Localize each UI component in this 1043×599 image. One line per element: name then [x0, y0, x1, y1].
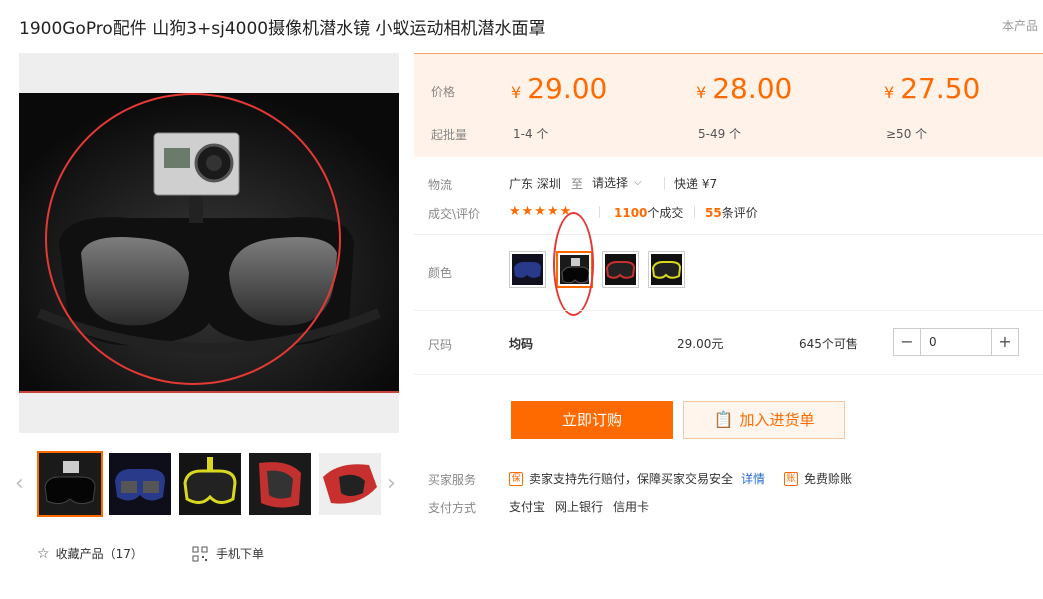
size-value: 均码 [509, 337, 534, 351]
price-panel: 价格 起批量 ¥29.00 ¥28.00 ¥27.50 1-4 个 5-49 个… [414, 53, 1043, 157]
credit-icon: 账 [784, 471, 798, 486]
service-credit[interactable]: 账 免费赊账 [784, 470, 852, 487]
annotation-circle-color [553, 212, 594, 316]
chevron-right-icon[interactable]: › [387, 471, 396, 496]
increase-button[interactable]: + [992, 329, 1018, 355]
thumbnail[interactable] [249, 453, 311, 515]
thumbnail[interactable] [109, 453, 171, 515]
shipping-fee: 快递 ¥7 [674, 177, 718, 191]
deals-count[interactable]: 1100个成交 [614, 204, 683, 221]
moq-label: 起批量 [431, 128, 468, 142]
review-count[interactable]: 55条评价 [705, 204, 758, 221]
credit-text: 免费赊账 [804, 472, 853, 486]
chevron-left-icon[interactable]: ‹ [15, 471, 24, 496]
payment-netbank: 网上银行 [555, 500, 604, 514]
size-price: 29.00元 [677, 337, 724, 351]
annotation-circle-main [45, 93, 341, 385]
size-label: 尺码 [428, 338, 453, 352]
price-tier-3: ¥27.50 [884, 72, 981, 105]
thumbnail-strip: ‹ › [15, 451, 399, 517]
product-title: 1900GoPro配件 山狗3+sj4000摄像机潜水镜 小蚁运动相机潜水面罩 [19, 19, 546, 39]
thumbnail[interactable] [37, 451, 103, 517]
qr-code-icon [192, 546, 208, 561]
price-label: 价格 [431, 85, 456, 99]
favorite-label: 收藏产品（17） [55, 547, 143, 561]
thumbnail[interactable] [319, 453, 381, 515]
decrease-button[interactable]: − [894, 329, 920, 355]
payment-alipay: 支付宝 [509, 500, 546, 514]
rating-stars: ★★★★★ [509, 204, 573, 219]
main-image-area [19, 53, 399, 433]
moq-range-3: ≥50 个 [886, 127, 928, 141]
thumbnail[interactable] [179, 453, 241, 515]
payment-label: 支付方式 [428, 501, 477, 515]
moq-range-1: 1-4 个 [513, 127, 549, 141]
origin-location: 广东 深圳 [509, 177, 561, 191]
logistics-label: 物流 [428, 178, 453, 192]
color-option[interactable] [509, 251, 546, 288]
service-label: 买家服务 [428, 473, 477, 487]
payment-credit-card: 信用卡 [613, 500, 650, 514]
color-label: 颜色 [428, 266, 453, 280]
price-value: 27.50 [900, 72, 981, 105]
price-value: 28.00 [712, 72, 793, 105]
product-notice[interactable]: 本产品 [1002, 17, 1038, 34]
mobile-order-button[interactable]: 手机下单 [192, 545, 264, 562]
service-guarantee: 保 卖家支持先行赔付，保障买家交易安全 详情 [509, 470, 765, 487]
to-text: 至 [571, 177, 584, 191]
clipboard-icon: 📋 [713, 410, 734, 429]
quantity-stepper: − 0 + [893, 328, 1019, 356]
moq-range-2: 5-49 个 [698, 127, 742, 141]
divider [414, 234, 1043, 235]
destination-select[interactable]: 请选择 ⌵ [592, 174, 642, 191]
guarantee-detail-link[interactable]: 详情 [741, 470, 765, 487]
reviews-label: 成交\评价 [428, 207, 481, 221]
divider [414, 310, 1043, 311]
buy-now-button[interactable]: 立即订购 [511, 401, 673, 439]
price-value: 29.00 [527, 72, 608, 105]
quantity-input[interactable]: 0 [920, 329, 992, 355]
mobile-order-label: 手机下单 [216, 547, 265, 561]
divider [414, 374, 1043, 375]
add-to-cart-label: 加入进货单 [739, 411, 815, 429]
add-to-cart-button[interactable]: 📋 加入进货单 [683, 401, 845, 439]
destination-placeholder: 请选择 [592, 176, 629, 190]
color-option[interactable] [602, 251, 639, 288]
guarantee-text: 卖家支持先行赔付，保障买家交易安全 [529, 472, 734, 486]
star-outline-icon: ☆ [37, 545, 50, 562]
stock-available: 645个可售 [799, 337, 858, 351]
chevron-down-icon: ⌵ [634, 177, 642, 188]
color-option[interactable] [648, 251, 685, 288]
favorite-button[interactable]: ☆ 收藏产品（17） [37, 545, 143, 562]
price-tier-2: ¥28.00 [696, 72, 793, 105]
guarantee-icon: 保 [509, 471, 523, 486]
price-tier-1: ¥29.00 [511, 72, 608, 105]
